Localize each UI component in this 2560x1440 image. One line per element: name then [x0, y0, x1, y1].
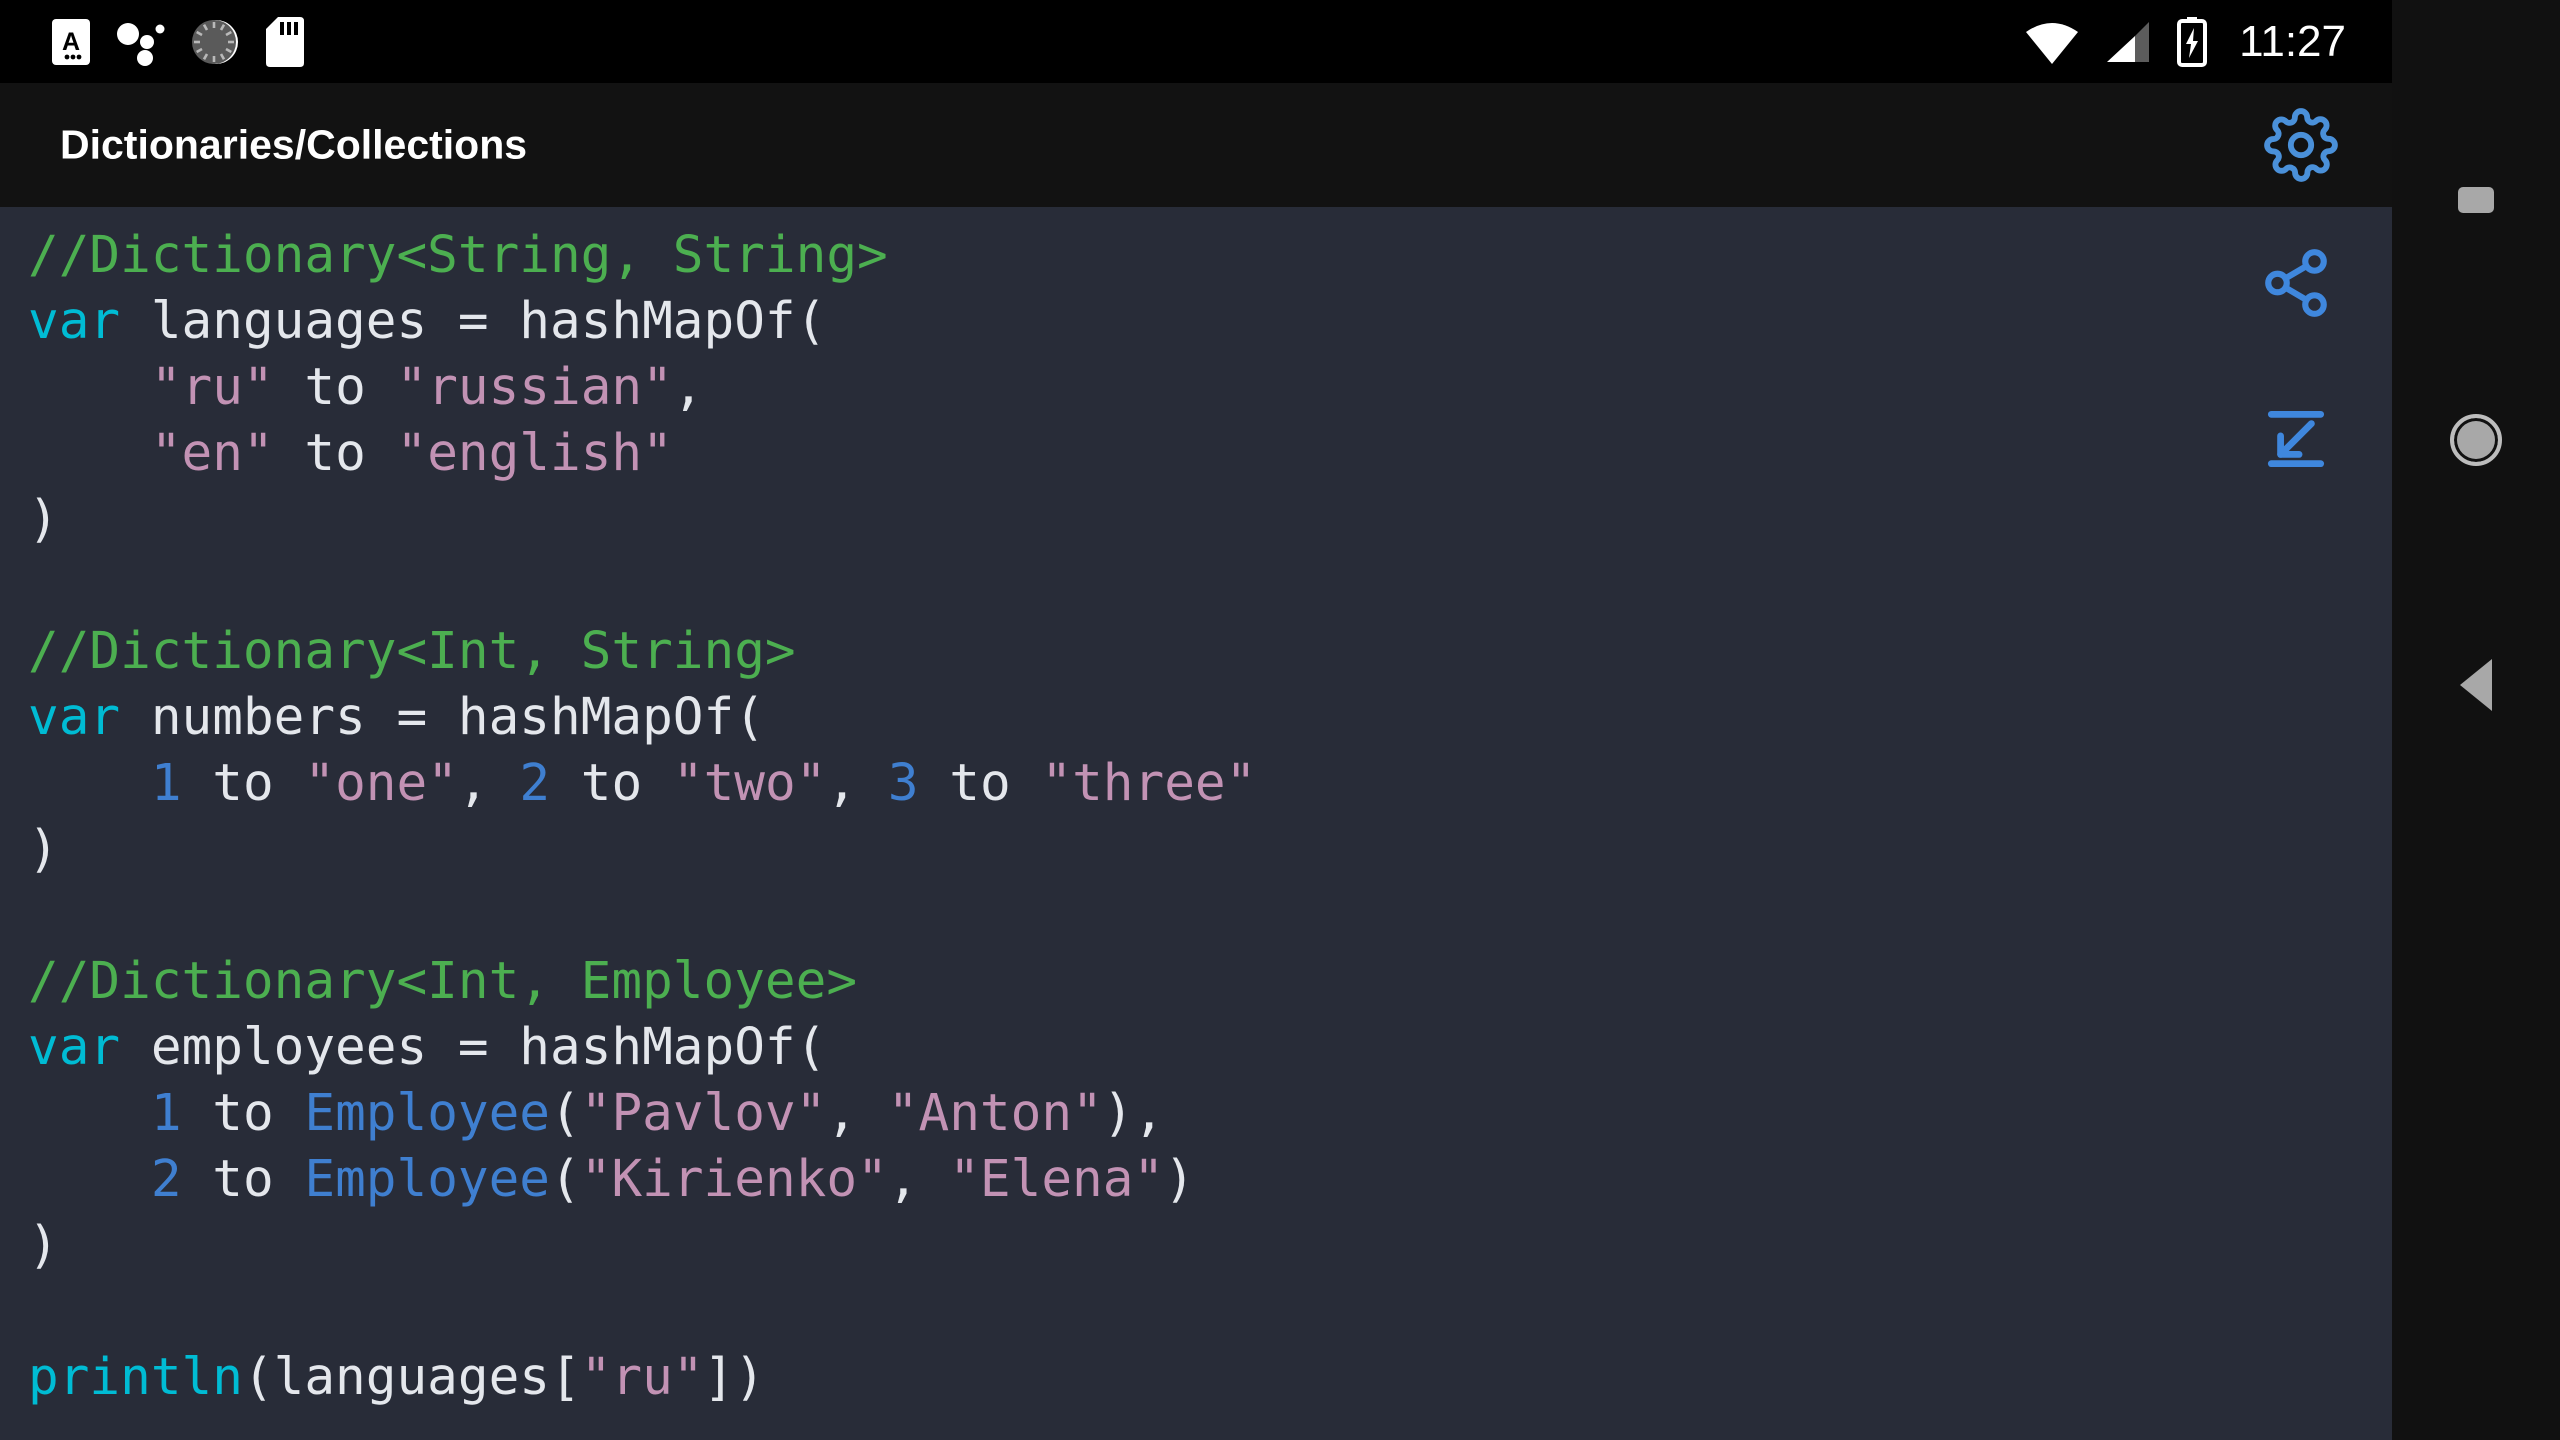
code-token-number: 2 [150, 1150, 182, 1209]
device-content: A 11:27 Dictionaries/Collections //Dicti… [0, 0, 2392, 1440]
code-token-plain: ), [1102, 1084, 1165, 1143]
code-token-comment: //Dictionary<Int, String> [28, 622, 796, 681]
code-token-string: "ru" [580, 1348, 704, 1407]
status-bar: A 11:27 [0, 0, 2392, 83]
code-token-string: "three" [1041, 754, 1257, 813]
code-token-keyword: var [28, 688, 121, 747]
status-bar-right-icons: 11:27 [2025, 0, 2392, 83]
bluetooth-cluster-icon [117, 22, 165, 66]
code-token-string: "english" [396, 424, 673, 483]
code-token-string: "russian" [396, 358, 673, 417]
code-token-plain: to [918, 754, 1042, 813]
code-token-plain: ) [28, 820, 59, 879]
code-token-plain: to [181, 1084, 305, 1143]
code-token-plain: , [887, 1150, 950, 1209]
android-navigation-bar [2392, 0, 2560, 1440]
code-token-number: 1 [150, 754, 182, 813]
code-token-plain: employees = hashMapOf( [120, 1018, 827, 1077]
battery-charging-icon [2177, 16, 2208, 67]
share-icon [2265, 249, 2327, 317]
code-token-class: Employee [304, 1084, 551, 1143]
code-token-string: "ru" [150, 358, 274, 417]
code-token-number: 1 [150, 1084, 182, 1143]
code-token-plain: to [181, 1150, 305, 1209]
status-bar-clock: 11:27 [2239, 16, 2346, 66]
share-button[interactable] [2242, 229, 2350, 337]
code-token-string: "Pavlov" [580, 1084, 827, 1143]
back-button[interactable] [2416, 625, 2536, 745]
code-token-keyword: var [28, 292, 121, 351]
code-token-plain: , [826, 754, 888, 813]
code-token-plain: numbers = hashMapOf( [120, 688, 765, 747]
code-token-plain: ( [550, 1084, 581, 1143]
gear-icon [2264, 108, 2338, 182]
code-token-string: "one" [304, 754, 458, 813]
code-token-plain: , [457, 754, 520, 813]
sd-card-icon [266, 16, 304, 67]
code-token-plain: languages = hashMapOf( [120, 292, 827, 351]
triangle-left-icon [2460, 659, 2492, 711]
status-bar-left-icons: A [0, 16, 304, 67]
code-token-string: "en" [150, 424, 274, 483]
circle-icon [2450, 414, 2502, 466]
code-token-plain: ( [550, 1150, 581, 1209]
settings-button[interactable] [2258, 102, 2344, 188]
code-token-comment: //Dictionary<Int, Employee> [28, 952, 858, 1011]
code-token-plain: to [550, 754, 673, 813]
code-token-string: "Kirienko" [580, 1150, 888, 1209]
code-token-class: Employee [304, 1150, 551, 1209]
device-screen: A 11:27 Dictionaries/Collections //Dicti… [0, 0, 2560, 1440]
code-token-comment: //Dictionary<String, String> [28, 226, 888, 285]
code-token-plain: ) [28, 490, 59, 549]
recents-button[interactable] [2416, 140, 2536, 260]
code-token-string: "Anton" [887, 1084, 1103, 1143]
fit-to-screen-button[interactable] [2242, 385, 2350, 493]
code-token-keyword: var [28, 1018, 121, 1077]
app-bar: Dictionaries/Collections [0, 83, 2392, 207]
code-token-number: 3 [887, 754, 919, 813]
code-token-keyword: println [28, 1348, 243, 1407]
loading-spinner-icon [192, 19, 238, 64]
code-token-plain: to [273, 424, 397, 483]
code-token-plain: ) [28, 1216, 59, 1275]
code-token-plain: , [826, 1084, 888, 1143]
svg-text:A: A [62, 28, 80, 56]
code-token-string: "Elena" [949, 1150, 1165, 1209]
square-icon [2458, 187, 2494, 213]
code-token-plain: ) [1164, 1150, 1195, 1209]
page-title: Dictionaries/Collections [60, 121, 528, 168]
code-token-plain: (languages[ [242, 1348, 581, 1407]
code-token-string: "two" [672, 754, 827, 813]
code-token-plain: to [181, 754, 305, 813]
wifi-icon [2026, 22, 2079, 64]
collapse-fit-icon [2267, 410, 2325, 468]
code-content: //Dictionary<String, String> var languag… [28, 223, 2392, 1411]
code-editor-panel[interactable]: //Dictionary<String, String> var languag… [0, 207, 2392, 1440]
code-token-plain: ]) [703, 1348, 765, 1407]
code-token-plain: to [273, 358, 397, 417]
code-token-number: 2 [519, 754, 551, 813]
home-button[interactable] [2416, 380, 2536, 500]
caps-lock-a-icon: A [52, 18, 90, 65]
code-token-plain: , [672, 358, 704, 417]
cell-signal-icon [2107, 21, 2150, 62]
